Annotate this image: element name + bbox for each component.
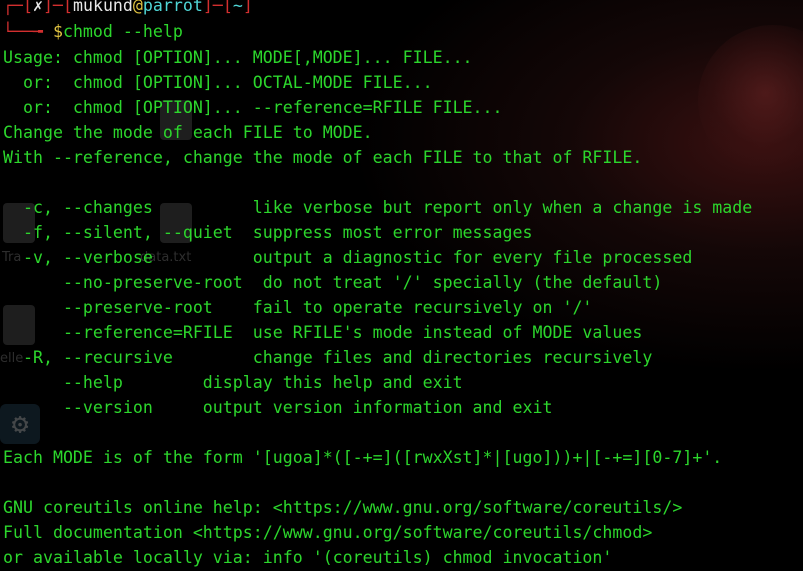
output-line: -c, --changes like verbose but report on… [3, 198, 753, 217]
prompt-dir: ~ [232, 0, 243, 15]
output-line: Full documentation <https://www.gnu.org/… [3, 523, 653, 542]
output-line: With --reference, change the mode of eac… [3, 148, 643, 167]
output-line: --reference=RFILE use RFILE's mode inste… [3, 323, 643, 342]
output-line: --no-preserve-root do not treat '/' spec… [3, 273, 663, 292]
prompt-bracket: ┌─[ [3, 0, 33, 15]
prompt-status: ✗ [32, 0, 43, 15]
command-line[interactable]: └──╼ $chmod --help [3, 22, 183, 42]
prompt-bracket: ]─[ [202, 0, 233, 15]
output-line: Each MODE is of the form '[ugoa]*([-+=](… [3, 448, 723, 467]
prompt-user: mukund [72, 0, 133, 15]
output-line: --preserve-root fail to operate recursiv… [3, 298, 593, 317]
prompt-bracket: ] [242, 0, 253, 15]
output-line: --version output version information and… [3, 398, 553, 417]
output-line: -v, --verbose output a diagnostic for ev… [3, 248, 693, 267]
output-line: -R, --recursive change files and directo… [3, 348, 653, 367]
output-line: Usage: chmod [OPTION]... MODE[,MODE]... … [3, 48, 473, 67]
prompt-bracket: ]─[ [42, 0, 73, 15]
prompt-at: @ [132, 0, 143, 15]
prompt-dollar: $ [52, 22, 63, 41]
prompt-host: parrot [142, 0, 203, 15]
output-line: or available locally via: info '(coreuti… [3, 548, 613, 567]
parrot-wallpaper-logo [698, 25, 803, 175]
output-line: or: chmod [OPTION]... --reference=RFILE … [3, 98, 503, 117]
output-line: or: chmod [OPTION]... OCTAL-MODE FILE... [3, 73, 433, 92]
typed-command: chmod --help [62, 22, 183, 41]
output-line: GNU coreutils online help: <https://www.… [3, 498, 683, 517]
output-line: --help display this help and exit [3, 373, 463, 392]
prompt-line: ┌─[✗]─[mukund@parrot]─[~] [3, 0, 253, 16]
prompt-arrow: └──╼ [3, 22, 53, 41]
terminal-window[interactable]: Tra data.txt elle ⚙ ┌─[✗]─[mukund@parrot… [0, 0, 803, 571]
output-line: Change the mode of each FILE to MODE. [3, 123, 373, 142]
output-line: -f, --silent, --quiet suppress most erro… [3, 223, 533, 242]
